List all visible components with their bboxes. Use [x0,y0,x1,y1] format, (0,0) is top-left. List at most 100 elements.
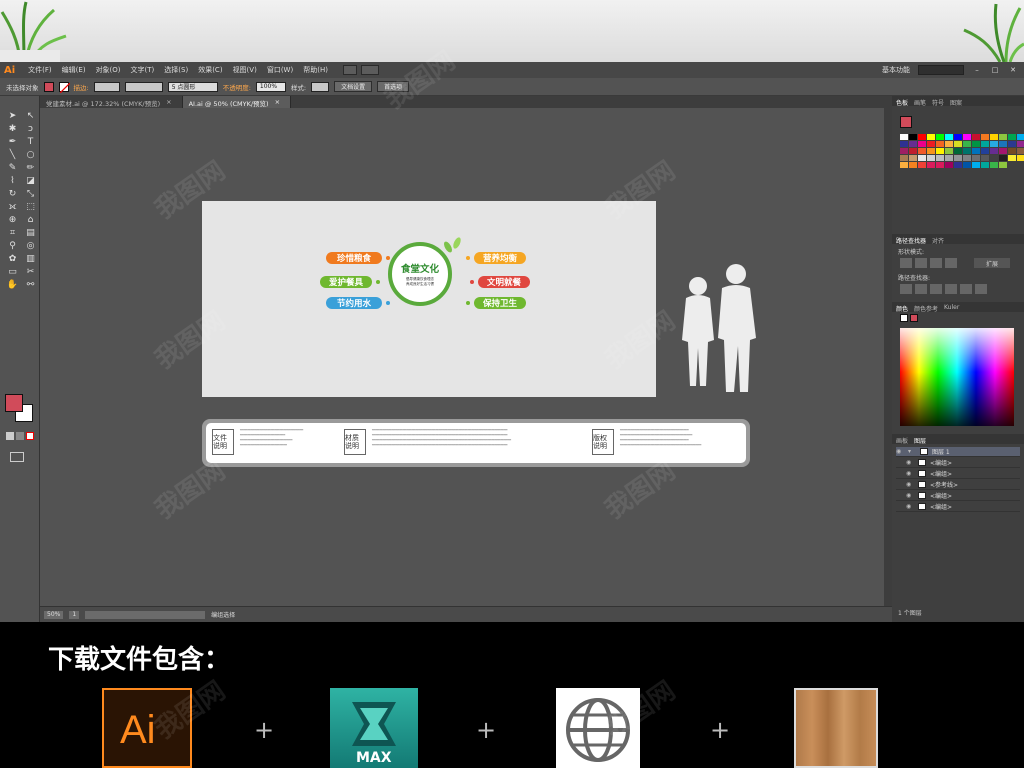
tab-close-icon[interactable]: × [275,98,280,108]
swatch-cell[interactable] [945,148,953,154]
swatch-cell[interactable] [990,141,998,147]
swatch-cell[interactable] [1017,134,1024,140]
shape-builder-icon[interactable]: ⊕ [5,214,20,226]
swatch-cell[interactable] [900,155,908,161]
tab-pathfinder[interactable]: 路径查找器 [896,236,926,245]
tab-layers[interactable]: 图层 [914,436,926,445]
opacity-input[interactable]: 100% [255,81,286,92]
swatch-cell[interactable] [945,134,953,140]
vertical-scrollbar[interactable] [884,108,892,606]
brush-dropdown[interactable]: 5 点圆形 [167,81,218,92]
artboard[interactable]: 珍惜粮食 爱护餐具 节约用水 食堂文化 倡导健康饮食理念 养成良好生活习惯 营养… [202,201,656,397]
swatch-cell[interactable] [999,134,1007,140]
visibility-eye-icon[interactable]: ◉ [906,481,914,488]
hand-tool-icon[interactable]: ✋ [5,279,20,291]
outline-icon[interactable] [960,284,972,294]
swatch-cell[interactable] [909,141,917,147]
ellipse-tool-icon[interactable]: ○ [23,149,38,161]
free-transform-icon[interactable]: ⬚ [23,201,38,213]
stroke-weight-dropdown[interactable] [93,81,120,92]
swatch-cell[interactable] [1008,155,1016,161]
swatch-cell[interactable] [918,134,926,140]
swatch-cell[interactable] [900,148,908,154]
swatch-cell[interactable] [963,141,971,147]
rotate-tool-icon[interactable]: ↻ [5,188,20,200]
gradient-tool-icon[interactable]: ▤ [23,227,38,239]
crop-icon[interactable] [945,284,957,294]
slice-tool-icon[interactable]: ✂ [23,266,38,278]
menu-edit[interactable]: 编辑(E) [57,65,91,75]
swatch-cell[interactable] [999,155,1007,161]
swatch-cell[interactable] [954,148,962,154]
swatch-cell[interactable] [909,162,917,168]
swatch-cell[interactable] [918,155,926,161]
visibility-eye-icon[interactable]: ◉ [906,470,914,477]
layer-row[interactable]: ◉ <参考线> [896,480,1020,490]
swatch-cell[interactable] [1008,134,1016,140]
expand-arrow-icon[interactable]: ▾ [908,448,916,455]
type-tool-icon[interactable]: T [23,136,38,148]
tab-artboards[interactable]: 画板 [896,436,908,445]
layer-row[interactable]: ◉ ▾ 图层 1 [896,447,1020,457]
arrange-documents-icon[interactable] [360,65,379,75]
visibility-eye-icon[interactable]: ◉ [896,448,904,455]
layer-row[interactable]: ◉ <编组> [896,458,1020,468]
visibility-eye-icon[interactable]: ◉ [906,459,914,466]
chip-fill[interactable] [910,314,918,322]
tab-document-2[interactable]: AI.ai @ 50% (CMYK/预览) × [182,96,292,108]
document-setup-button[interactable]: 文档设置 [334,81,373,92]
magic-wand-icon[interactable]: ✱ [5,123,20,135]
close-icon[interactable]: ✕ [1008,66,1018,74]
swatch-cell[interactable] [990,162,998,168]
tab-color[interactable]: 颜色 [896,304,908,313]
tab-kuler[interactable]: Kuler [944,304,959,312]
swatch-cell[interactable] [963,162,971,168]
swatch-cell[interactable] [954,134,962,140]
active-swatch[interactable] [900,116,912,128]
blob-brush-icon[interactable]: ⌇ [5,175,20,187]
swatch-cell[interactable] [954,155,962,161]
bridge-icon[interactable] [342,65,357,75]
swatch-cell[interactable] [936,162,944,168]
swatch-cell[interactable] [936,141,944,147]
layer-row[interactable]: ◉ <编组> [896,469,1020,479]
artboard-navigation[interactable] [85,610,206,619]
swatch-cell[interactable] [981,134,989,140]
swatch-cell[interactable] [972,134,980,140]
brush-tool-icon[interactable]: ✎ [5,162,20,174]
swatch-cell[interactable] [954,162,962,168]
swatch-cell[interactable] [927,162,935,168]
fill-stroke-control[interactable] [5,394,35,424]
swatch-cell[interactable] [909,155,917,161]
tab-swatches[interactable]: 色板 [896,98,908,107]
swatch-cell[interactable] [900,141,908,147]
variable-width-dropdown[interactable] [124,81,163,92]
swatch-cell[interactable] [990,134,998,140]
none-mode-icon[interactable] [26,432,34,440]
menu-window[interactable]: 窗口(W) [262,65,298,75]
mesh-tool-icon[interactable]: ⌗ [5,227,20,239]
zoom-tool-icon[interactable]: ⚯ [23,279,38,291]
fill-color-icon[interactable] [5,394,23,412]
swatch-cell[interactable] [909,148,917,154]
swatch-cell[interactable] [981,141,989,147]
swatch-cell[interactable] [927,155,935,161]
swatch-cell[interactable] [927,148,935,154]
gradient-mode-icon[interactable] [16,432,24,440]
graph-tool-icon[interactable]: ▥ [23,253,38,265]
swatch-cell[interactable] [954,141,962,147]
trim-icon[interactable] [915,284,927,294]
swatch-cell[interactable] [1017,141,1024,147]
color-spectrum[interactable] [900,328,1014,426]
swatch-cell[interactable] [1008,148,1016,154]
swatch-cell[interactable] [918,162,926,168]
intersect-icon[interactable] [930,258,942,268]
style-dropdown[interactable] [311,81,330,92]
swatch-cell[interactable] [990,148,998,154]
layer-row[interactable]: ◉ <编组> [896,502,1020,512]
artboard-number[interactable]: 1 [69,610,80,619]
chip-white[interactable] [900,314,908,322]
expand-button[interactable]: 扩展 [974,258,1010,268]
swatch-cell[interactable] [981,162,989,168]
pen-tool-icon[interactable]: ✒ [5,136,20,148]
